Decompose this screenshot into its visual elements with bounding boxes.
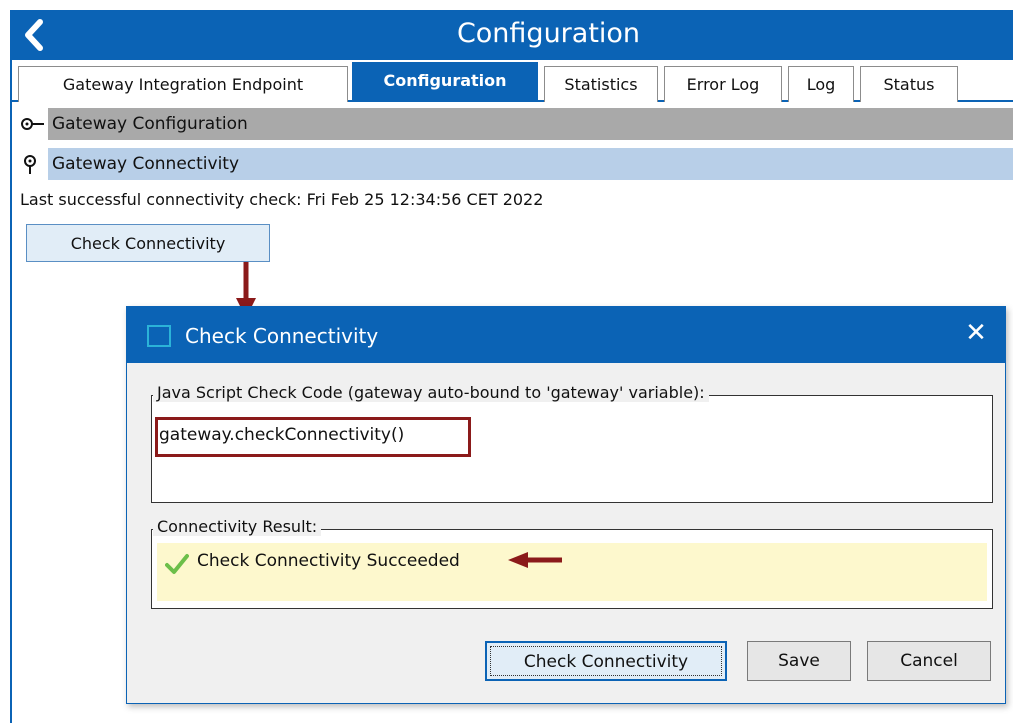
tab-configuration[interactable]: Configuration bbox=[352, 62, 538, 102]
app-window: Configuration Gateway Integration Endpoi… bbox=[10, 10, 1013, 723]
section-label: Gateway Connectivity bbox=[52, 154, 240, 174]
key-icon bbox=[21, 118, 44, 130]
tab-log[interactable]: Log bbox=[788, 66, 854, 102]
code-group-label: Java Script Check Code (gateway auto-bou… bbox=[153, 383, 709, 402]
window-icon bbox=[147, 325, 171, 347]
cancel-button[interactable]: Cancel bbox=[867, 641, 991, 681]
tab-status[interactable]: Status bbox=[860, 66, 958, 102]
dialog-title: Check Connectivity bbox=[185, 324, 379, 348]
button-label: Check Connectivity bbox=[523, 652, 689, 672]
title-bar: Configuration bbox=[12, 10, 1013, 60]
tab-statistics[interactable]: Statistics bbox=[544, 66, 658, 102]
code-input[interactable]: gateway.checkConnectivity() bbox=[159, 425, 404, 445]
section-label: Gateway Configuration bbox=[52, 114, 248, 134]
result-text: Check Connectivity Succeeded bbox=[197, 551, 460, 571]
checkmark-icon bbox=[165, 554, 189, 574]
dialog-title-bar: Check Connectivity ✕ bbox=[127, 307, 1005, 363]
section-gateway-connectivity[interactable]: Gateway Connectivity bbox=[12, 148, 1013, 180]
page-title: Configuration bbox=[456, 18, 641, 49]
tab-bar: Gateway Integration Endpoint Configurati… bbox=[12, 60, 1013, 102]
close-icon[interactable]: ✕ bbox=[961, 319, 991, 349]
last-check-status: Last successful connectivity check: Fri … bbox=[20, 190, 544, 209]
annotation-arrow-left bbox=[508, 552, 562, 568]
tab-gateway-integration-endpoint[interactable]: Gateway Integration Endpoint bbox=[18, 66, 348, 102]
section-gateway-configuration[interactable]: Gateway Configuration bbox=[12, 108, 1013, 140]
check-connectivity-dialog: Check Connectivity ✕ Java Script Check C… bbox=[126, 306, 1006, 704]
save-button[interactable]: Save bbox=[747, 641, 851, 681]
dialog-check-connectivity-button[interactable]: Check Connectivity bbox=[485, 641, 727, 681]
result-group-label: Connectivity Result: bbox=[153, 517, 322, 536]
check-connectivity-button[interactable]: Check Connectivity bbox=[26, 224, 270, 262]
tab-error-log[interactable]: Error Log bbox=[664, 66, 782, 102]
pin-icon bbox=[24, 155, 36, 174]
